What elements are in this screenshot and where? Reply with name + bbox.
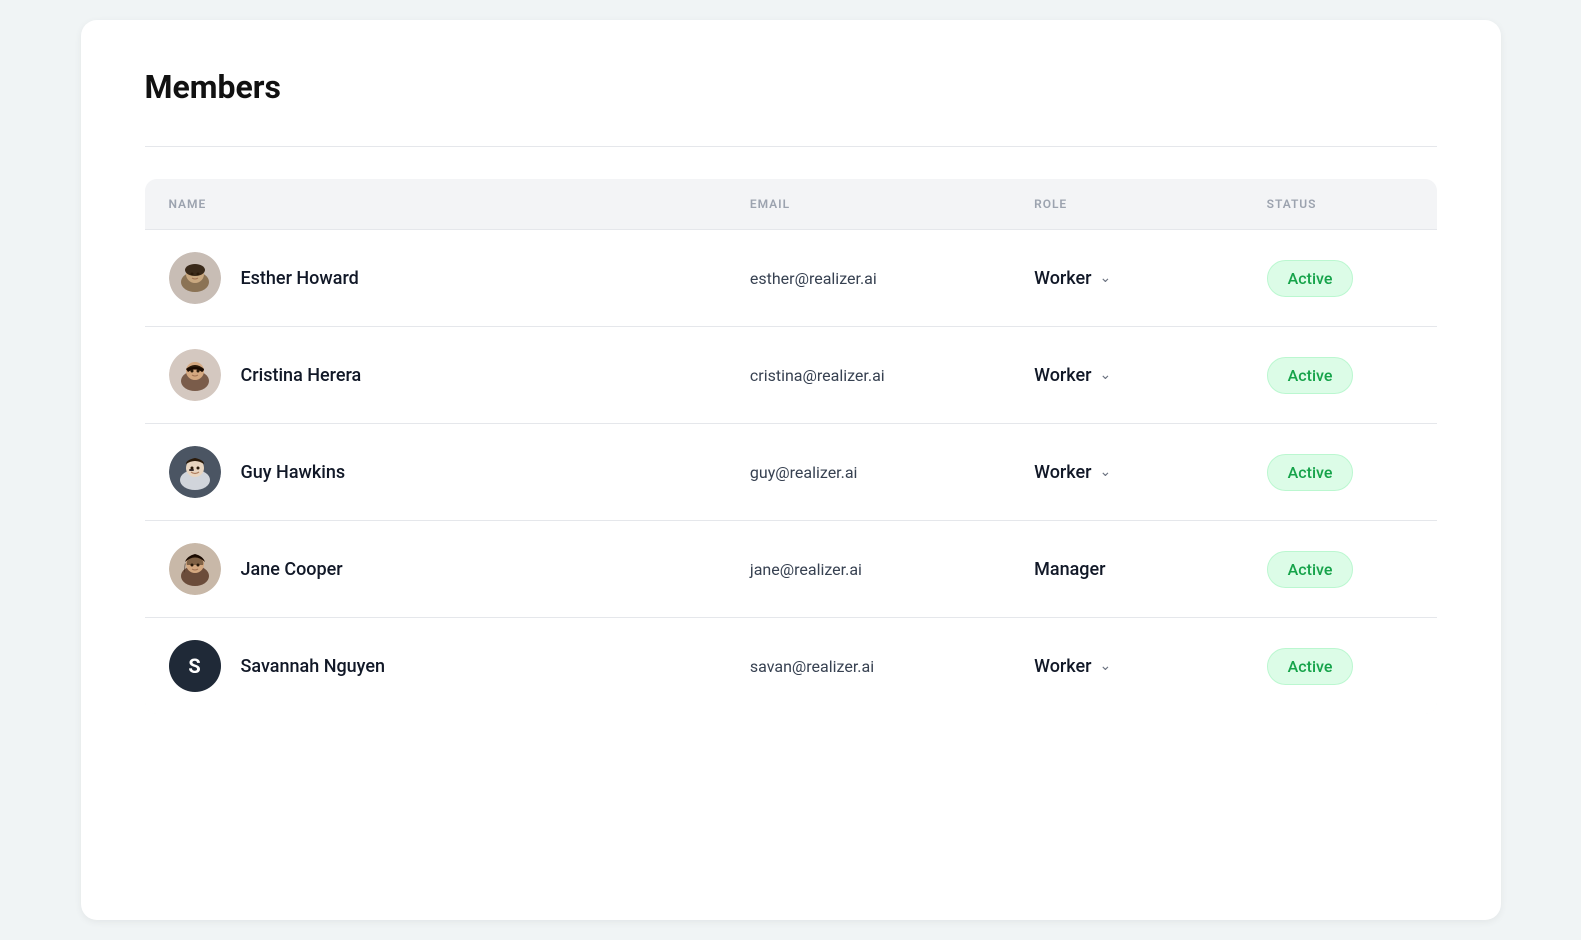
member-name: Savannah Nguyen (241, 656, 386, 677)
email-cell: cristina@realizer.ai (726, 327, 1010, 424)
column-header-role: ROLE (1010, 179, 1243, 230)
name-cell: Jane Cooper (145, 521, 726, 618)
member-name: Cristina Herera (241, 365, 362, 386)
page-container: Members NAME EMAIL ROLE STATUS Esther Ho… (81, 20, 1501, 920)
role-dropdown-icon[interactable]: ⌄ (1100, 658, 1112, 674)
table-row[interactable]: Guy Hawkins guy@realizer.ai Worker ⌄ Act… (145, 424, 1437, 521)
role-dropdown-icon[interactable]: ⌄ (1100, 367, 1112, 383)
avatar: S (169, 640, 221, 692)
name-cell: S Savannah Nguyen (145, 618, 726, 715)
status-cell: Active (1243, 521, 1437, 618)
status-cell: Active (1243, 424, 1437, 521)
member-email: savan@realizer.ai (750, 657, 874, 676)
status-badge: Active (1267, 648, 1354, 685)
member-name: Esther Howard (241, 268, 359, 289)
status-badge: Active (1267, 260, 1354, 297)
member-name: Jane Cooper (241, 559, 343, 580)
member-email: guy@realizer.ai (750, 463, 858, 482)
avatar (169, 349, 221, 401)
email-cell: esther@realizer.ai (726, 230, 1010, 327)
role-cell[interactable]: Worker ⌄ (1010, 618, 1243, 715)
role-cell[interactable]: Manager (1010, 521, 1243, 618)
table-body: Esther Howard esther@realizer.ai Worker … (145, 230, 1437, 715)
member-email: esther@realizer.ai (750, 269, 877, 288)
status-cell: Active (1243, 618, 1437, 715)
email-cell: guy@realizer.ai (726, 424, 1010, 521)
status-cell: Active (1243, 327, 1437, 424)
member-role: Worker (1034, 365, 1091, 386)
member-email: jane@realizer.ai (750, 560, 862, 579)
status-cell: Active (1243, 230, 1437, 327)
page-title: Members (145, 68, 1437, 106)
status-badge: Active (1267, 551, 1354, 588)
member-role: Worker (1034, 268, 1091, 289)
header-divider (145, 146, 1437, 147)
email-cell: jane@realizer.ai (726, 521, 1010, 618)
avatar (169, 252, 221, 304)
table-row[interactable]: Cristina Herera cristina@realizer.ai Wor… (145, 327, 1437, 424)
role-cell[interactable]: Worker ⌄ (1010, 327, 1243, 424)
table-row[interactable]: S Savannah Nguyen savan@realizer.ai Work… (145, 618, 1437, 715)
member-role: Worker (1034, 462, 1091, 483)
role-dropdown-icon[interactable]: ⌄ (1100, 270, 1112, 286)
avatar (169, 543, 221, 595)
name-cell: Esther Howard (145, 230, 726, 327)
role-cell[interactable]: Worker ⌄ (1010, 230, 1243, 327)
status-badge: Active (1267, 357, 1354, 394)
member-role: Manager (1034, 559, 1105, 580)
member-email: cristina@realizer.ai (750, 366, 885, 385)
name-cell: Cristina Herera (145, 327, 726, 424)
column-header-email: EMAIL (726, 179, 1010, 230)
avatar (169, 446, 221, 498)
column-header-name: NAME (145, 179, 726, 230)
table-header: NAME EMAIL ROLE STATUS (145, 179, 1437, 230)
table-row[interactable]: Esther Howard esther@realizer.ai Worker … (145, 230, 1437, 327)
member-role: Worker (1034, 656, 1091, 677)
status-badge: Active (1267, 454, 1354, 491)
role-cell[interactable]: Worker ⌄ (1010, 424, 1243, 521)
role-dropdown-icon[interactable]: ⌄ (1100, 464, 1112, 480)
members-table: NAME EMAIL ROLE STATUS Esther Howard est… (145, 179, 1437, 714)
table-row[interactable]: Jane Cooper jane@realizer.ai Manager Act… (145, 521, 1437, 618)
name-cell: Guy Hawkins (145, 424, 726, 521)
email-cell: savan@realizer.ai (726, 618, 1010, 715)
member-name: Guy Hawkins (241, 462, 346, 483)
column-header-status: STATUS (1243, 179, 1437, 230)
